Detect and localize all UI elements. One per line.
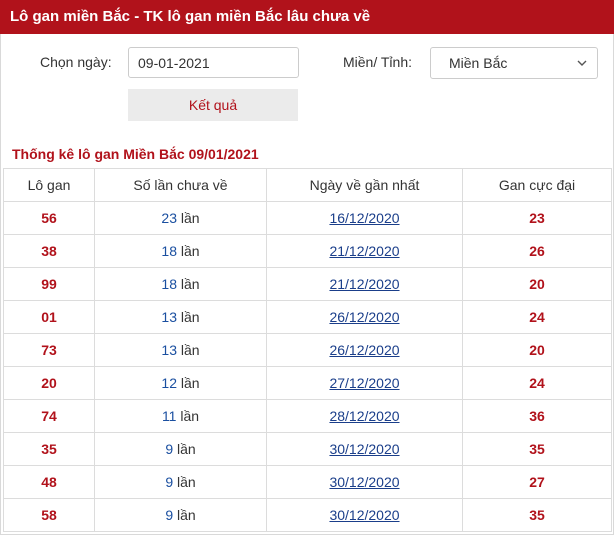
miss-count-unit: lần [180,408,200,424]
last-date-cell: 27/12/2020 [266,366,463,400]
column-header: Ngày về gần nhất [266,168,463,202]
miss-count-cell: 13 lần [94,300,267,334]
table-row: 01 13 lần 26/12/2020 24 [3,300,612,334]
miss-count: 12 [161,375,177,391]
last-date-link[interactable]: 27/12/2020 [329,375,399,391]
miss-count: 18 [161,243,177,259]
table-row: 35 9 lần 30/12/2020 35 [3,432,612,466]
lo-number: 48 [3,465,95,499]
region-label: Miền/ Tỉnh: [343,54,412,70]
miss-count-unit: lần [180,276,200,292]
miss-count-cell: 9 lần [94,498,267,532]
miss-count: 23 [161,210,177,226]
region-select-value: Miền Bắc [449,55,508,71]
date-input[interactable] [128,47,299,78]
max-gan: 35 [462,498,612,532]
lo-number: 74 [3,399,95,433]
miss-count-cell: 9 lần [94,432,267,466]
lo-number: 73 [3,333,95,367]
miss-count-unit: lần [180,210,200,226]
table-row: 74 11 lần 28/12/2020 36 [3,399,612,433]
miss-count-cell: 23 lần [94,201,267,235]
table-row: 56 23 lần 16/12/2020 23 [3,201,612,235]
last-date-link[interactable]: 26/12/2020 [329,309,399,325]
lo-number: 38 [3,234,95,268]
table-row: 38 18 lần 21/12/2020 26 [3,234,612,268]
max-gan: 27 [462,465,612,499]
date-label: Chọn ngày: [40,54,112,70]
table-row: 58 9 lần 30/12/2020 35 [3,498,612,532]
lo-number: 56 [3,201,95,235]
column-header: Lô gan [3,168,95,202]
miss-count: 9 [165,507,174,523]
miss-count-unit: lần [180,309,200,325]
miss-count-cell: 18 lần [94,267,267,301]
lo-number: 99 [3,267,95,301]
lo-number: 35 [3,432,95,466]
lo-number: 01 [3,300,95,334]
last-date-link[interactable]: 21/12/2020 [329,276,399,292]
lo-gan-table: Lô gan Số lần chưa về Ngày về gần nhất G… [3,168,612,532]
column-header: Số lần chưa về [94,168,267,202]
last-date-cell: 26/12/2020 [266,333,463,367]
miss-count-unit: lần [180,375,200,391]
max-gan: 20 [462,267,612,301]
miss-count: 13 [161,309,177,325]
miss-count: 18 [161,276,177,292]
max-gan: 36 [462,399,612,433]
last-date-cell: 21/12/2020 [266,267,463,301]
last-date-link[interactable]: 30/12/2020 [329,474,399,490]
last-date-cell: 21/12/2020 [266,234,463,268]
max-gan: 20 [462,333,612,367]
lo-number: 58 [3,498,95,532]
max-gan: 35 [462,432,612,466]
miss-count: 13 [161,342,177,358]
page-header: Lô gan miền Bắc - TK lô gan miền Bắc lâu… [0,0,614,34]
lo-number: 20 [3,366,95,400]
miss-count-unit: lần [180,342,200,358]
last-date-link[interactable]: 16/12/2020 [329,210,399,226]
miss-count-unit: lần [177,474,196,490]
last-date-link[interactable]: 28/12/2020 [329,408,399,424]
max-gan: 23 [462,201,612,235]
last-date-cell: 30/12/2020 [266,498,463,532]
table-body: 56 23 lần 16/12/2020 23 38 18 lần 21/12/2020 26… [3,201,612,532]
max-gan: 24 [462,366,612,400]
miss-count-unit: lần [177,507,196,523]
max-gan: 26 [462,234,612,268]
miss-count: 9 [165,441,174,457]
miss-count-cell: 18 lần [94,234,267,268]
miss-count-cell: 11 lần [94,399,267,433]
miss-count-cell: 12 lần [94,366,267,400]
table-caption: Thống kê lô gan Miền Bắc 09/01/2021 [12,146,259,162]
miss-count-cell: 13 lần [94,333,267,367]
last-date-link[interactable]: 26/12/2020 [329,342,399,358]
last-date-link[interactable]: 30/12/2020 [329,441,399,457]
last-date-link[interactable]: 30/12/2020 [329,507,399,523]
miss-count-cell: 9 lần [94,465,267,499]
max-gan: 24 [462,300,612,334]
miss-count-unit: lần [180,243,200,259]
last-date-cell: 26/12/2020 [266,300,463,334]
table-header-row: Lô gan Số lần chưa về Ngày về gần nhất G… [3,168,612,202]
last-date-link[interactable]: 21/12/2020 [329,243,399,259]
chevron-down-icon [577,60,587,66]
table-row: 20 12 lần 27/12/2020 24 [3,366,612,400]
table-row: 99 18 lần 21/12/2020 20 [3,267,612,301]
last-date-cell: 30/12/2020 [266,432,463,466]
submit-button[interactable]: Kết quả [128,89,298,121]
table-row: 73 13 lần 26/12/2020 20 [3,333,612,367]
miss-count: 9 [165,474,174,490]
column-header: Gan cực đại [462,168,612,202]
last-date-cell: 16/12/2020 [266,201,463,235]
last-date-cell: 28/12/2020 [266,399,463,433]
miss-count: 11 [161,408,177,424]
last-date-cell: 30/12/2020 [266,465,463,499]
region-select[interactable]: Miền Bắc [430,47,598,79]
table-row: 48 9 lần 30/12/2020 27 [3,465,612,499]
miss-count-unit: lần [177,441,196,457]
